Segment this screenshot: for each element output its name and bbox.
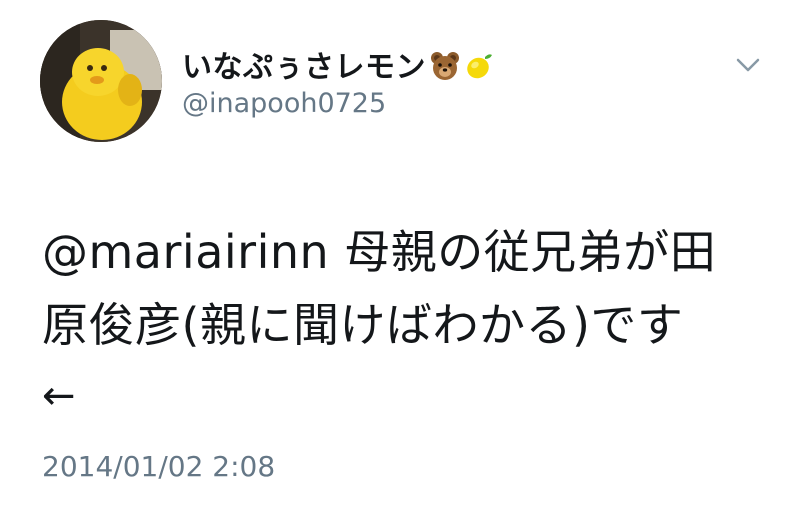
display-name-text: いなぷぅさレモン	[182, 50, 426, 85]
user-handle[interactable]: @inapooh0725	[182, 88, 386, 119]
tweet-timestamp[interactable]: 2014/01/02 2:08	[42, 450, 275, 483]
lemon-icon	[464, 51, 494, 89]
left-arrow-icon: ←	[42, 373, 76, 419]
chevron-down-icon[interactable]	[734, 54, 762, 76]
user-avatar[interactable]	[40, 20, 162, 142]
bear-face-icon	[430, 51, 460, 89]
avatar-photo-icon	[40, 20, 162, 142]
display-name[interactable]: いなぷぅさレモン	[182, 42, 494, 89]
tweet-text: @mariairinn 母親の従兄弟が田 原俊彦(親に聞けばわかる)です	[42, 225, 717, 352]
tweet-card: いなぷぅさレモン @inapooh0725 @mariairinn 母親の従兄弟…	[0, 0, 800, 510]
